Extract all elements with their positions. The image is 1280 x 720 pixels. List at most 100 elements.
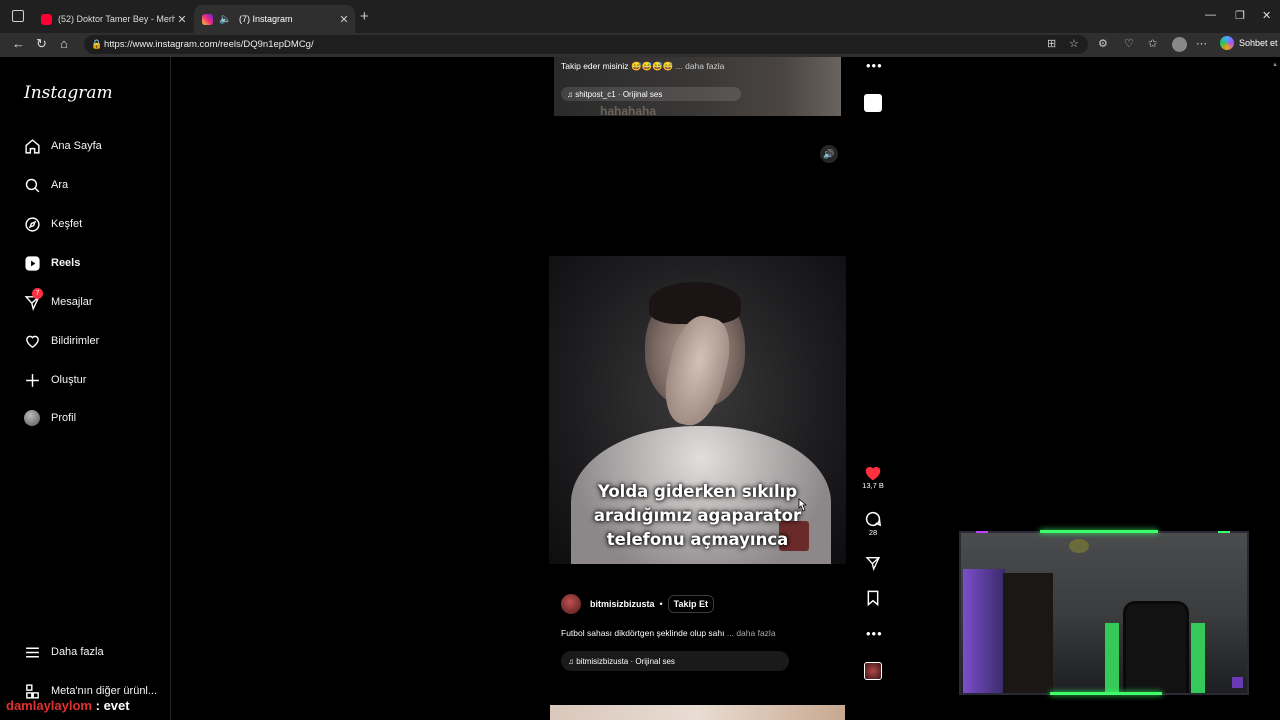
sidebar-item-create[interactable]: Oluştur xyxy=(23,371,86,389)
minimize-icon[interactable]: — xyxy=(1205,9,1216,21)
messenger-icon: 7 xyxy=(23,288,43,311)
sidebar-item-label: Ara xyxy=(51,179,69,191)
reel-video[interactable]: Yolda giderken sıkılıp aradığımız agapar… xyxy=(549,256,846,564)
restore-icon[interactable]: ❐ xyxy=(1235,9,1245,22)
sidebar-item-reels[interactable]: Reels xyxy=(23,254,80,272)
follow-button[interactable]: Takip Et xyxy=(667,595,715,613)
previous-reel[interactable]: Takip eder misiniz 😅😅😅😅 ... daha fazla ♫… xyxy=(554,57,841,116)
back-icon[interactable]: ← xyxy=(12,36,25,51)
next-reel-preview[interactable] xyxy=(550,705,845,720)
close-tab-icon[interactable]: ✕ xyxy=(337,13,351,26)
sidebar-item-home[interactable]: Ana Sayfa xyxy=(23,137,102,155)
instagram-logo[interactable]: Instagram xyxy=(24,83,113,103)
webcam-corner-icon xyxy=(1232,677,1243,688)
more-options-icon[interactable]: ••• xyxy=(866,626,883,641)
reel-audio-link[interactable]: ♫ shitpost_c1 · Orijinal ses xyxy=(561,87,741,101)
comment-icon xyxy=(865,511,882,527)
bookmark-icon xyxy=(867,590,879,606)
webcam-shelf xyxy=(1003,573,1053,693)
share-button[interactable] xyxy=(858,555,888,571)
app-available-icon[interactable]: ⊞ xyxy=(1047,37,1056,50)
close-window-icon[interactable]: ✕ xyxy=(1262,9,1271,22)
video-watermark: hahahaha xyxy=(600,104,657,116)
site-info-icon[interactable]: 🔒 xyxy=(91,39,102,50)
chat-username: damlaylaylom xyxy=(6,698,92,713)
browser-tab-youtube[interactable]: (52) Doktor Tamer Bey - Merhaba ✕ xyxy=(33,5,193,33)
profile-avatar[interactable] xyxy=(1172,37,1187,52)
sidebar-item-label: Mesajlar xyxy=(51,296,93,308)
tab-title: (7) Instagram xyxy=(239,14,293,24)
close-tab-icon[interactable]: ✕ xyxy=(175,13,189,26)
more-options-icon[interactable]: ••• xyxy=(866,58,883,73)
comment-count: 28 xyxy=(868,528,878,537)
chat-text: : evet xyxy=(95,698,130,713)
favorites-icon[interactable]: ✩ xyxy=(1148,37,1157,50)
audio-thumbnail[interactable] xyxy=(864,94,882,112)
youtube-icon xyxy=(41,13,52,25)
address-bar[interactable]: 🔒 https://www.instagram.com/reels/DQ9n1e… xyxy=(84,35,1088,54)
sidebar-item-label: Daha fazla xyxy=(51,646,104,658)
copilot-button[interactable]: Sohbet et xyxy=(1220,36,1278,50)
scroll-up-arrow[interactable]: ▲ xyxy=(1272,62,1278,68)
extensions-icon[interactable]: ⚙ xyxy=(1098,37,1108,50)
search-icon xyxy=(23,176,41,194)
heart-filled-icon xyxy=(865,466,881,481)
sidebar-item-messages[interactable]: 7 Mesajlar xyxy=(23,288,93,311)
browser-tab-bar: (52) Doktor Tamer Bey - Merhaba ✕ 🔈 (7) … xyxy=(0,0,1280,33)
webcam-frame-corner xyxy=(976,531,988,537)
author-username[interactable]: bitmisizbizusta xyxy=(590,599,655,609)
copilot-label: Sohbet et xyxy=(1239,38,1278,48)
sidebar-item-label: Reels xyxy=(51,257,81,269)
video-overlay-text: Yolda giderken sıkılıp aradığımız agapar… xyxy=(593,482,802,549)
sidebar-item-profile[interactable]: Profil xyxy=(23,409,76,427)
music-icon: ♫ xyxy=(568,656,577,666)
tab-actions-icon[interactable] xyxy=(12,10,24,22)
favorite-star-icon[interactable]: ☆ xyxy=(1069,37,1079,50)
save-button[interactable] xyxy=(858,590,888,606)
sidebar-item-search[interactable]: Ara xyxy=(23,176,68,194)
copilot-icon xyxy=(1220,36,1234,50)
speaker-icon[interactable]: 🔈 xyxy=(219,14,233,25)
chair-accent-right xyxy=(1191,623,1205,693)
browser-tab-instagram[interactable]: 🔈 (7) Instagram ✕ xyxy=(194,5,355,33)
reel-author-row: bitmisizbizusta • Takip Et xyxy=(561,594,715,614)
separator-dot: • xyxy=(659,599,663,609)
caption-more-link[interactable]: ... daha fazla xyxy=(676,61,725,71)
instagram-sidebar: Instagram Ana Sayfa Ara Keşfet Reels 7 M… xyxy=(8,57,171,720)
refresh-icon[interactable]: ↻ xyxy=(36,36,47,52)
unread-badge: 7 xyxy=(32,288,43,299)
mouse-cursor xyxy=(798,498,807,512)
like-button[interactable]: 13,7 B xyxy=(858,465,888,490)
webcam-frame-corner xyxy=(1218,531,1230,537)
reel-audio-link[interactable]: ♫ bitmisizbizusta · Orijinal ses xyxy=(561,651,789,671)
sidebar-item-notifications[interactable]: Bildirimler xyxy=(23,332,99,350)
webcam-lamp xyxy=(1069,539,1089,553)
comment-button[interactable]: 28 xyxy=(858,510,888,537)
instagram-icon xyxy=(202,13,213,25)
reel-caption: Futbol sahası dikdörtgen şeklinde olup s… xyxy=(561,628,776,638)
author-avatar[interactable] xyxy=(561,594,581,614)
compass-icon xyxy=(23,215,41,233)
sidebar-item-label: Profil xyxy=(51,412,77,424)
sidebar-item-label: Meta'nın diğer ürünl... xyxy=(51,685,158,697)
reels-icon xyxy=(23,254,41,272)
webcam-frame-glow xyxy=(1040,530,1158,533)
menu-icon xyxy=(23,643,41,661)
url-text: https://www.instagram.com/reels/DQ9n1epD… xyxy=(104,39,314,50)
volume-icon[interactable]: 🔊 xyxy=(820,145,838,163)
home-icon[interactable]: ⌂ xyxy=(60,36,68,51)
new-tab-icon[interactable]: + xyxy=(360,8,369,25)
audio-thumbnail[interactable] xyxy=(864,662,882,680)
reel-caption: Takip eder misiniz 😅😅😅😅 ... daha fazla xyxy=(561,61,725,71)
browser-essentials-icon[interactable]: ♡ xyxy=(1124,37,1134,50)
stream-chat-message: damlaylaylom : evet xyxy=(6,698,130,713)
sidebar-item-explore[interactable]: Keşfet xyxy=(23,215,82,233)
webcam-overlay xyxy=(959,531,1249,695)
gaming-chair xyxy=(1123,601,1189,693)
chair-accent-left xyxy=(1105,623,1119,693)
more-menu-icon[interactable]: ⋯ xyxy=(1196,37,1207,50)
webcam-door xyxy=(963,569,1005,693)
caption-more-link[interactable]: ... daha fazla xyxy=(727,628,776,638)
plus-icon xyxy=(23,371,41,389)
sidebar-item-more[interactable]: Daha fazla xyxy=(23,643,104,661)
